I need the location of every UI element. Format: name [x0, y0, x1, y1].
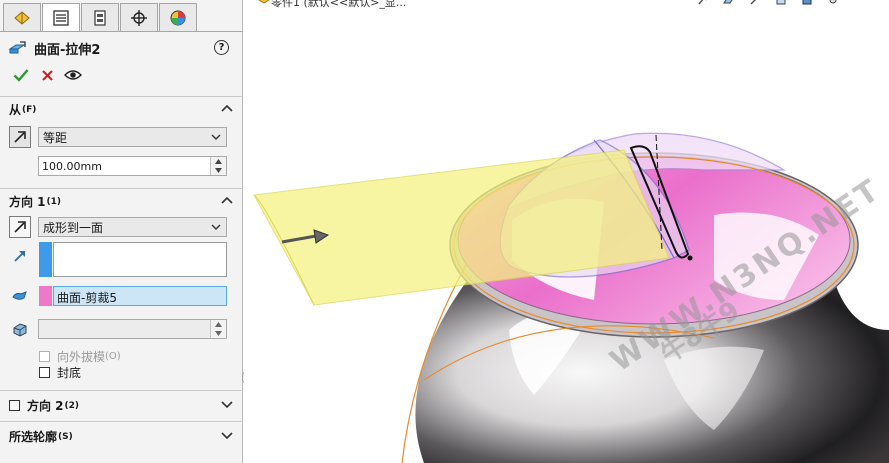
- feature-title: 曲面-拉伸2: [34, 42, 101, 58]
- tab-display-manager[interactable]: [159, 3, 197, 31]
- from-offset-value: 100.00mm: [42, 159, 102, 173]
- selected-contours-section-header[interactable]: 所选轮廓 (S): [0, 421, 243, 451]
- cancel-button[interactable]: [34, 66, 60, 84]
- chevron-down-icon[interactable]: [221, 401, 233, 409]
- manager-tabs: [3, 3, 198, 31]
- chevron-up-icon[interactable]: [221, 196, 233, 204]
- spin-up-icon[interactable]: [215, 159, 222, 164]
- tab-property-manager[interactable]: [42, 3, 80, 31]
- chevron-up-icon[interactable]: [221, 104, 233, 112]
- chevron-down-icon: [211, 224, 221, 230]
- from-section-header[interactable]: 从 (F): [0, 96, 243, 122]
- direction-vector-selection-box[interactable]: [53, 242, 227, 277]
- arrow-diagonal-icon: [14, 131, 26, 143]
- preview-icon: [64, 70, 82, 80]
- from-section-shortcut: (F): [22, 104, 37, 115]
- direction-color-swatch: [39, 242, 52, 277]
- draft-outward-option: 向外拔模 (O): [39, 348, 121, 365]
- chevron-down-icon[interactable]: [221, 432, 233, 440]
- direction1-section-header[interactable]: 方向 1 (1): [0, 188, 243, 214]
- property-manager-panel: 曲面-拉伸2 ? 从 (F) 等距 100.00mm 方向 1 (1) 成形到一…: [0, 0, 243, 463]
- direction2-section-header[interactable]: 方向 2 (2): [0, 390, 243, 420]
- sketch-point: [687, 255, 693, 261]
- end-condition-select[interactable]: 成形到一面: [38, 217, 227, 237]
- direction2-section-shortcut: (2): [64, 400, 80, 411]
- property-manager-icon: [53, 9, 69, 26]
- direction2-checkbox[interactable]: [9, 400, 20, 411]
- display-manager-icon: [170, 10, 186, 25]
- tab-configuration-manager[interactable]: [81, 3, 119, 31]
- draft-outward-checkbox: [39, 351, 50, 362]
- direction-vector-icon: [14, 251, 25, 262]
- surface-extrude-icon: [8, 41, 26, 54]
- selected-contours-title: 所选轮廓: [9, 430, 58, 444]
- tab-dimxpert-manager[interactable]: [120, 3, 158, 31]
- draft-stepper: [210, 320, 226, 338]
- from-condition-select[interactable]: 等距: [38, 127, 227, 147]
- from-offset-input[interactable]: 100.00mm: [38, 156, 227, 176]
- cancel-icon: [41, 69, 53, 81]
- from-section-title: 从: [9, 103, 22, 117]
- reverse-direction-button[interactable]: [9, 216, 31, 238]
- offset-stepper[interactable]: [210, 157, 226, 175]
- face-color-swatch: [39, 286, 52, 306]
- configuration-manager-icon: [94, 9, 106, 26]
- reverse-direction-icon: [14, 221, 26, 233]
- feature-manager-icon: [14, 10, 30, 25]
- face-selection-item[interactable]: 曲面-剪裁5: [57, 289, 117, 306]
- face-selection-icon-holder: [9, 285, 31, 307]
- spin-down-icon: [215, 331, 222, 336]
- direction-vector-icon-holder: [9, 245, 31, 267]
- help-button[interactable]: ?: [214, 40, 229, 55]
- tab-feature-manager[interactable]: [3, 3, 41, 31]
- draft-angle-input: [38, 319, 227, 339]
- cap-end-option[interactable]: 封底: [39, 364, 81, 381]
- end-condition-value: 成形到一面: [43, 220, 104, 235]
- ok-icon: [13, 69, 29, 82]
- dimxpert-icon: [131, 9, 147, 26]
- face-selection-box[interactable]: 曲面-剪裁5: [53, 286, 227, 306]
- preview-button[interactable]: [60, 66, 86, 84]
- graphics-viewport[interactable]: 零件1 (默认<<默认>_显... 牛8牛9 WWW.N3NQ.NET: [244, 0, 889, 463]
- spin-up-icon: [215, 322, 222, 327]
- feature-header: 曲面-拉伸2 ?: [8, 39, 233, 58]
- cap-end-label: 封底: [57, 366, 82, 380]
- help-icon: ?: [218, 42, 225, 53]
- direction1-section-title: 方向 1: [9, 195, 46, 209]
- tabs-divider: [0, 31, 243, 32]
- action-buttons: [8, 66, 86, 84]
- ok-button[interactable]: [8, 66, 34, 84]
- draft-icon-holder[interactable]: [9, 318, 31, 340]
- from-condition-value: 等距: [43, 130, 68, 145]
- chevron-down-icon: [211, 134, 221, 140]
- direction2-section-title: 方向 2: [27, 399, 64, 413]
- cap-end-checkbox[interactable]: [39, 367, 50, 378]
- draft-outward-label: 向外拔模: [57, 350, 106, 364]
- selected-contours-shortcut: (S): [58, 431, 73, 442]
- draft-angle-icon: [13, 323, 27, 337]
- draft-outward-shortcut: (O): [105, 351, 121, 362]
- direction1-section-shortcut: (1): [46, 196, 62, 207]
- face-selection-icon: [12, 291, 27, 300]
- from-direction-button[interactable]: [9, 126, 31, 148]
- spin-down-icon[interactable]: [215, 168, 222, 173]
